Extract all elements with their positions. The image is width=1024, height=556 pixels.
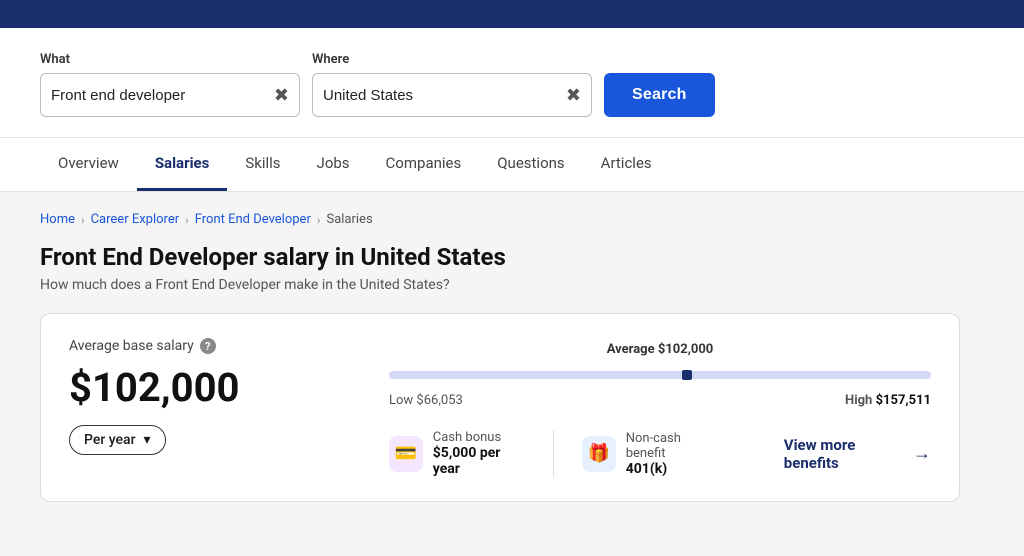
where-input[interactable] <box>323 87 560 104</box>
what-field: What ✖ <box>40 52 300 117</box>
avg-label-text: Average base salary <box>69 338 194 354</box>
chart-high-text: High <box>845 393 872 408</box>
breadcrumb-career-explorer[interactable]: Career Explorer <box>91 212 180 227</box>
avg-label-row: Average base salary ? <box>69 338 349 354</box>
page-title: Front End Developer salary in United Sta… <box>40 243 960 271</box>
search-button[interactable]: Search <box>604 73 715 117</box>
breadcrumb-sep-1: › <box>81 213 85 227</box>
chart-high-label: High $157,511 <box>845 393 931 408</box>
cash-bonus-label: Cash bonus <box>433 430 525 445</box>
breadcrumb-sep-2: › <box>185 213 189 227</box>
what-label: What <box>40 52 300 67</box>
tab-articles[interactable]: Articles <box>583 138 670 191</box>
where-input-wrapper: ✖ <box>312 73 592 117</box>
what-input-wrapper: ✖ <box>40 73 300 117</box>
tab-companies[interactable]: Companies <box>368 138 480 191</box>
salary-right: Average $102,000 Low $66,053 High $157,5… <box>389 338 931 477</box>
benefits-row: 💳 Cash bonus $5,000 per year 🎁 Non-cash … <box>389 430 931 477</box>
salary-bar-bg <box>389 371 931 379</box>
what-clear-button[interactable]: ✖ <box>274 85 289 106</box>
noncash-benefit-label: Non-cash benefit <box>626 431 718 461</box>
chart-low-text: Low <box>389 393 413 408</box>
cash-bonus-value: $5,000 per year <box>433 445 525 477</box>
arrow-right-icon: → <box>913 443 931 464</box>
chart-avg-text: Average <box>607 342 655 357</box>
period-selector[interactable]: Per year ▾ <box>69 425 166 455</box>
where-label: Where <box>312 52 592 67</box>
salary-bar-marker <box>682 370 692 380</box>
search-section: What ✖ Where ✖ Search <box>0 28 1024 138</box>
cash-bonus-icon: 💳 <box>389 436 423 472</box>
breadcrumb: Home › Career Explorer › Front End Devel… <box>40 212 960 227</box>
nav-tabs: Overview Salaries Skills Jobs Companies … <box>0 138 1024 192</box>
tab-jobs[interactable]: Jobs <box>299 138 368 191</box>
salary-bar-container <box>389 363 931 387</box>
salary-amount: $102,000 <box>69 364 349 411</box>
tab-skills[interactable]: Skills <box>227 138 298 191</box>
breadcrumb-sep-3: › <box>317 213 321 227</box>
benefit-cash: 💳 Cash bonus $5,000 per year <box>389 430 554 477</box>
where-clear-button[interactable]: ✖ <box>566 85 581 106</box>
salary-left: Average base salary ? $102,000 Per year … <box>69 338 349 455</box>
chart-low-value: $66,053 <box>416 393 462 408</box>
chart-avg-label: Average $102,000 <box>389 342 931 357</box>
benefit-noncash-text: Non-cash benefit 401(k) <box>626 431 718 477</box>
chart-high-value: $157,511 <box>876 393 931 408</box>
benefit-noncash: 🎁 Non-cash benefit 401(k) <box>582 431 746 477</box>
chart-avg-value: $102,000 <box>658 342 713 357</box>
chart-labels: Low $66,053 High $157,511 <box>389 393 931 408</box>
tab-salaries[interactable]: Salaries <box>137 138 228 191</box>
what-input[interactable] <box>51 87 268 104</box>
benefit-cash-text: Cash bonus $5,000 per year <box>433 430 525 477</box>
noncash-benefit-icon: 🎁 <box>582 436 616 472</box>
breadcrumb-role[interactable]: Front End Developer <box>195 212 311 227</box>
chart-low-label: Low $66,053 <box>389 393 463 408</box>
where-field: Where ✖ <box>312 52 592 117</box>
breadcrumb-current: Salaries <box>326 212 372 227</box>
period-chevron-icon: ▾ <box>144 432 151 448</box>
view-more-text: View more benefits <box>784 436 905 472</box>
header-bar <box>0 0 1024 28</box>
view-more-benefits-link[interactable]: View more benefits → <box>784 436 931 472</box>
help-icon[interactable]: ? <box>200 338 216 354</box>
noncash-benefit-value: 401(k) <box>626 461 718 477</box>
tab-questions[interactable]: Questions <box>479 138 582 191</box>
salary-card: Average base salary ? $102,000 Per year … <box>40 313 960 502</box>
breadcrumb-home[interactable]: Home <box>40 212 75 227</box>
main-content: Home › Career Explorer › Front End Devel… <box>0 192 1000 532</box>
search-row: What ✖ Where ✖ Search <box>40 52 940 117</box>
period-label: Per year <box>84 432 136 448</box>
tab-overview[interactable]: Overview <box>40 138 137 191</box>
page-subtitle: How much does a Front End Developer make… <box>40 277 960 293</box>
